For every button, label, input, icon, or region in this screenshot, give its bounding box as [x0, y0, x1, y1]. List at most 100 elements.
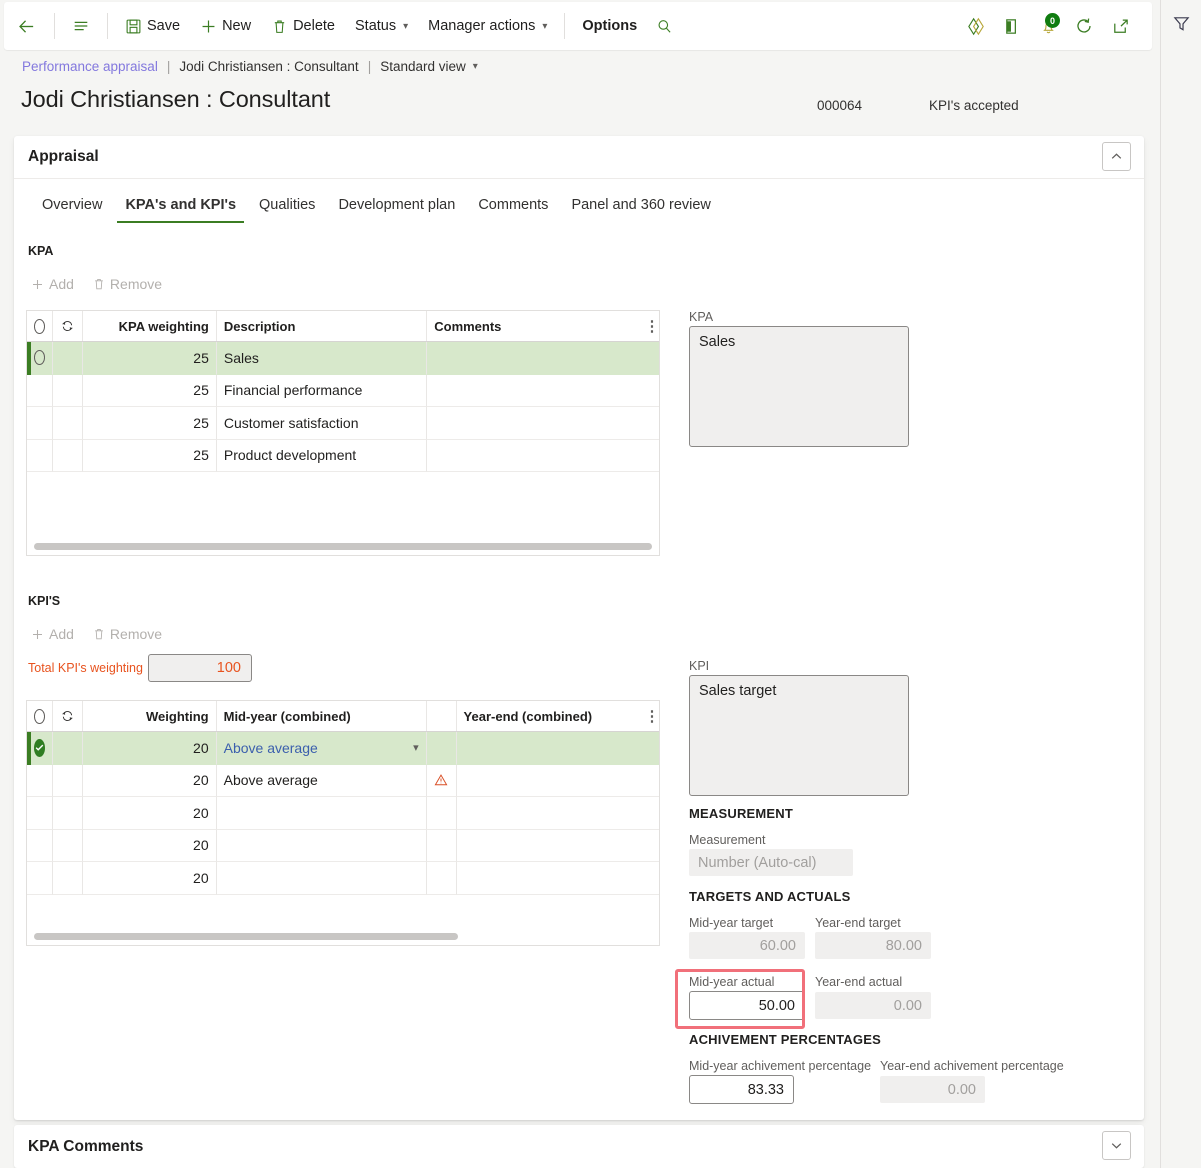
status-menu-button[interactable]: Status ▾ — [346, 10, 417, 42]
kpa-detail-textarea[interactable]: Sales — [689, 326, 909, 447]
refresh-icon[interactable] — [1066, 9, 1102, 43]
tab-overview[interactable]: Overview — [34, 197, 110, 224]
kpi-row-midyear[interactable] — [216, 829, 427, 862]
table-row[interactable]: 25 Sales — [27, 342, 659, 375]
table-row[interactable]: 20 Above average ▾ — [27, 732, 659, 765]
save-button[interactable]: Save — [116, 10, 189, 42]
table-row[interactable]: 20 — [27, 862, 659, 895]
office-app-icon[interactable] — [994, 9, 1030, 43]
measurement-field[interactable]: Number (Auto-cal) — [689, 849, 853, 876]
delete-button[interactable]: Delete — [262, 10, 344, 42]
manager-actions-menu-button[interactable]: Manager actions ▾ — [419, 10, 556, 42]
kpi-row-midyear-dropdown[interactable]: Above average ▾ — [217, 732, 427, 765]
kpi-add-button[interactable]: Add — [28, 623, 76, 645]
kpi-row-select[interactable] — [27, 764, 54, 797]
attachments-icon[interactable] — [958, 9, 994, 43]
kpa-row-comments[interactable] — [427, 342, 645, 375]
kpa-row-description[interactable]: Customer satisfaction — [216, 407, 428, 440]
kpa-row-weighting[interactable]: 25 — [83, 374, 217, 407]
midyear-target-field[interactable]: 60.00 — [689, 932, 805, 959]
kpi-row-select[interactable] — [27, 862, 54, 895]
kpi-row-weighting[interactable]: 20 — [83, 764, 217, 797]
kpi-row-warning[interactable] — [426, 764, 457, 797]
kpa-grid-options-button[interactable]: ⋮ — [645, 311, 659, 341]
table-row[interactable]: 25 Product development — [27, 439, 659, 472]
kpa-row-comments[interactable] — [427, 440, 645, 472]
kpi-row-yearend[interactable] — [457, 732, 645, 765]
manager-actions-label: Manager actions — [428, 18, 536, 34]
options-button[interactable]: Options — [573, 10, 646, 42]
kpi-grid-options-button[interactable]: ⋮ — [645, 701, 659, 731]
kpi-select-all-cell[interactable] — [27, 701, 54, 731]
kpa-add-button[interactable]: Add — [28, 273, 76, 295]
kpa-row-weighting[interactable]: 25 — [83, 342, 217, 375]
view-selector[interactable]: Standard view ▾ — [380, 59, 478, 74]
kpi-row-select[interactable] — [27, 829, 54, 862]
kpi-section-toolbar: Add Remove — [28, 623, 164, 645]
tab-qualities[interactable]: Qualities — [251, 197, 323, 224]
kpa-row-comments[interactable] — [427, 375, 645, 407]
tab-comments[interactable]: Comments — [470, 197, 556, 224]
kpa-row-description[interactable]: Financial performance — [216, 374, 428, 407]
back-button[interactable] — [5, 10, 46, 42]
popout-icon[interactable] — [1102, 9, 1138, 43]
kpa-row-select[interactable] — [27, 407, 54, 440]
kpa-refresh-column-header[interactable] — [53, 311, 84, 341]
kpi-grid-horizontal-scrollbar[interactable] — [34, 933, 458, 940]
kpi-row-yearend[interactable] — [456, 797, 645, 830]
kpi-row-select[interactable] — [27, 797, 54, 830]
yearend-achievement-percentage-field[interactable]: 0.00 — [880, 1076, 985, 1103]
table-row[interactable]: 25 Financial performance — [27, 374, 659, 407]
kpi-row-weighting[interactable]: 20 — [83, 829, 217, 862]
kpi-row-yearend[interactable] — [456, 862, 645, 895]
total-kpi-weighting-field[interactable]: 100 — [148, 654, 252, 682]
kpa-row-select[interactable] — [27, 439, 54, 472]
kpa-row-weighting[interactable]: 25 — [83, 407, 217, 440]
kpi-row-midyear[interactable] — [216, 797, 427, 830]
breadcrumb-root-link[interactable]: Performance appraisal — [22, 59, 158, 74]
filter-button[interactable] — [1165, 8, 1197, 38]
kpa-row-description[interactable]: Sales — [217, 342, 428, 375]
kpi-detail-textarea[interactable]: Sales target — [689, 675, 909, 796]
kpa-remove-button[interactable]: Remove — [90, 273, 164, 295]
kpi-row-weighting[interactable]: 20 — [83, 732, 217, 765]
show-navigation-button[interactable] — [63, 10, 99, 42]
tab-kpas-and-kpis[interactable]: KPA's and KPI's — [117, 197, 245, 223]
kpa-col-weighting[interactable]: KPA weighting — [83, 311, 217, 341]
kpa-select-all-cell[interactable] — [27, 311, 54, 341]
kpi-col-midyear[interactable]: Mid-year (combined) — [217, 701, 427, 731]
kpi-remove-button[interactable]: Remove — [90, 623, 164, 645]
kpa-row-description[interactable]: Product development — [216, 439, 428, 472]
kpa-row-comments[interactable] — [427, 407, 645, 440]
table-row[interactable]: 20 Above average — [27, 764, 659, 797]
kpi-row-yearend[interactable] — [456, 765, 645, 797]
collapse-appraisal-button[interactable] — [1102, 142, 1131, 171]
midyear-actual-field[interactable]: 50.00 — [689, 991, 805, 1020]
kpa-col-comments[interactable]: Comments — [427, 311, 645, 341]
table-row[interactable]: 20 — [27, 797, 659, 830]
search-button[interactable] — [648, 10, 681, 42]
kpi-row-midyear[interactable]: Above average — [216, 764, 427, 797]
notifications-icon[interactable]: 0 — [1030, 9, 1066, 43]
kpa-grid-horizontal-scrollbar[interactable] — [34, 543, 652, 550]
table-row[interactable]: 25 Customer satisfaction — [27, 407, 659, 440]
kpi-row-weighting[interactable]: 20 — [83, 862, 217, 895]
kpa-row-select[interactable] — [27, 374, 54, 407]
expand-kpa-comments-button[interactable] — [1102, 1131, 1131, 1160]
kpa-row-spacer — [645, 440, 659, 472]
tab-development-plan[interactable]: Development plan — [330, 197, 463, 224]
kpa-col-description[interactable]: Description — [217, 311, 428, 341]
midyear-achievement-percentage-field[interactable]: 83.33 — [689, 1075, 794, 1104]
new-button[interactable]: New — [191, 10, 260, 42]
yearend-target-field[interactable]: 80.00 — [815, 932, 931, 959]
kpi-row-yearend[interactable] — [456, 830, 645, 862]
kpi-refresh-column-header[interactable] — [53, 701, 84, 731]
kpa-row-weighting[interactable]: 25 — [83, 439, 217, 472]
kpi-row-midyear[interactable] — [216, 862, 427, 895]
kpi-col-yearend[interactable]: Year-end (combined) — [457, 701, 645, 731]
tab-panel-and-360-review[interactable]: Panel and 360 review — [563, 197, 718, 224]
kpi-col-weighting[interactable]: Weighting — [83, 701, 217, 731]
yearend-actual-field[interactable]: 0.00 — [815, 992, 931, 1019]
table-row[interactable]: 20 — [27, 829, 659, 862]
kpi-row-weighting[interactable]: 20 — [83, 797, 217, 830]
